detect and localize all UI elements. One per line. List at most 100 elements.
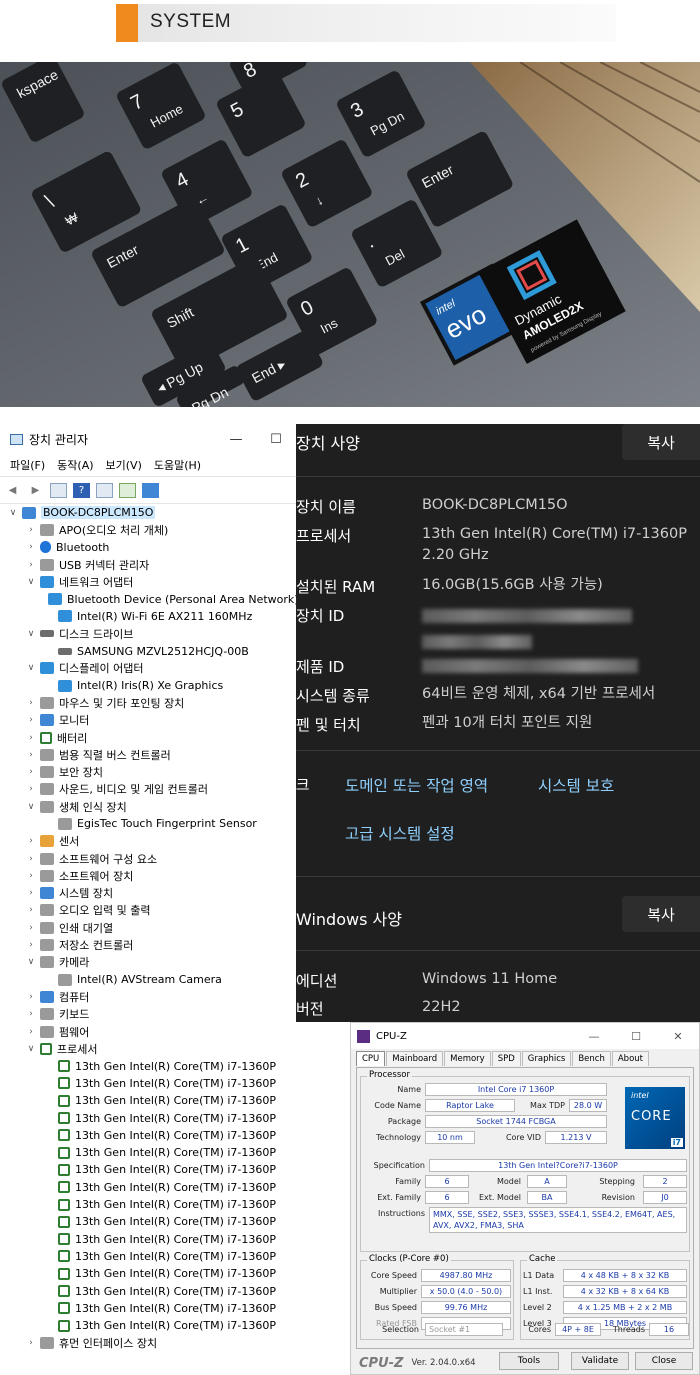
collapsed-chevron-icon[interactable]: › <box>26 923 36 933</box>
tree-item[interactable]: › APO(오디오 처리 개체) <box>0 521 296 538</box>
tree-item[interactable]: › 범용 직렬 버스 컨트롤러 <box>0 746 296 763</box>
maximize-button[interactable]: ☐ <box>615 1030 657 1043</box>
collapsed-chevron-icon[interactable]: › <box>26 525 36 535</box>
collapsed-chevron-icon[interactable]: › <box>26 854 36 864</box>
tree-item[interactable]: › Bluetooth <box>0 539 296 556</box>
collapsed-chevron-icon[interactable]: › <box>26 1338 36 1348</box>
tab-mainboard[interactable]: Mainboard <box>386 1051 444 1066</box>
tree-item[interactable]: › 휴먼 인터페이스 장치 <box>0 1334 296 1351</box>
back-arrow-icon[interactable]: ◀ <box>4 483 21 498</box>
tree-item[interactable]: 13th Gen Intel(R) Core(TM) i7-1360P <box>0 1161 296 1178</box>
tree-item[interactable]: › 배터리 <box>0 729 296 746</box>
menu-file[interactable]: 파일(F) <box>10 457 45 473</box>
minimize-button[interactable]: — <box>216 432 256 447</box>
tree-item[interactable]: 13th Gen Intel(R) Core(TM) i7-1360P <box>0 1144 296 1161</box>
tree-item[interactable]: SAMSUNG MZVL2512HCJQ-00B <box>0 642 296 659</box>
tree-item[interactable]: 13th Gen Intel(R) Core(TM) i7-1360P <box>0 1109 296 1126</box>
tools-button[interactable]: Tools <box>499 1352 559 1370</box>
tree-item[interactable]: › 펌웨어 <box>0 1023 296 1040</box>
tree-item[interactable]: 13th Gen Intel(R) Core(TM) i7-1360P <box>0 1300 296 1317</box>
menu-help[interactable]: 도움말(H) <box>154 457 201 473</box>
collapsed-chevron-icon[interactable]: › <box>26 905 36 915</box>
close-icon[interactable]: ✕ <box>657 1030 699 1043</box>
tab-about[interactable]: About <box>611 1051 649 1066</box>
tree-item[interactable]: 13th Gen Intel(R) Core(TM) i7-1360P <box>0 1179 296 1196</box>
tab-graphics[interactable]: Graphics <box>521 1051 572 1066</box>
tree-item[interactable]: ∨ BOOK-DC8PLCM15O <box>0 504 296 521</box>
tree-item[interactable]: › 센서 <box>0 833 296 850</box>
socket-select[interactable]: Socket #1 <box>425 1323 503 1336</box>
tree-item[interactable]: › 모니터 <box>0 712 296 729</box>
forward-arrow-icon[interactable]: ▶ <box>27 483 44 498</box>
expanded-chevron-icon[interactable]: ∨ <box>26 663 36 673</box>
tree-item[interactable]: › 소프트웨어 구성 요소 <box>0 850 296 867</box>
collapsed-chevron-icon[interactable]: › <box>26 871 36 881</box>
tree-item[interactable]: 13th Gen Intel(R) Core(TM) i7-1360P <box>0 1248 296 1265</box>
tree-item[interactable]: › 마우스 및 기타 포인팅 장치 <box>0 694 296 711</box>
tab-bench[interactable]: Bench <box>572 1051 611 1066</box>
tree-item[interactable]: › 저장소 컨트롤러 <box>0 936 296 953</box>
collapsed-chevron-icon[interactable]: › <box>26 992 36 1002</box>
tab-spd[interactable]: SPD <box>491 1051 521 1066</box>
tree-item[interactable]: Intel(R) Iris(R) Xe Graphics <box>0 677 296 694</box>
tree-item[interactable]: 13th Gen Intel(R) Core(TM) i7-1360P <box>0 1127 296 1144</box>
tree-item[interactable]: › 컴퓨터 <box>0 988 296 1005</box>
tree-item[interactable]: EgisTec Touch Fingerprint Sensor <box>0 815 296 832</box>
validate-button[interactable]: Validate <box>571 1352 629 1370</box>
tree-item[interactable]: 13th Gen Intel(R) Core(TM) i7-1360P <box>0 1282 296 1299</box>
tree-item[interactable]: ∨ 네트워크 어댑터 <box>0 573 296 590</box>
tree-item[interactable]: ∨ 생체 인식 장치 <box>0 798 296 815</box>
monitor-icon[interactable] <box>142 482 159 498</box>
tree-item[interactable]: ∨ 디스크 드라이브 <box>0 625 296 642</box>
collapsed-chevron-icon[interactable]: › <box>26 784 36 794</box>
menu-action[interactable]: 동작(A) <box>57 457 93 473</box>
tree-item[interactable]: 13th Gen Intel(R) Core(TM) i7-1360P <box>0 1265 296 1282</box>
tree-item[interactable]: › USB 커넥터 관리자 <box>0 556 296 573</box>
scan-hardware-icon[interactable] <box>119 482 136 498</box>
collapsed-chevron-icon[interactable]: › <box>26 715 36 725</box>
collapsed-chevron-icon[interactable]: › <box>26 750 36 760</box>
expanded-chevron-icon[interactable]: ∨ <box>26 802 36 812</box>
expanded-chevron-icon[interactable]: ∨ <box>26 957 36 967</box>
collapsed-chevron-icon[interactable]: › <box>26 733 36 743</box>
copy-windows-spec-button[interactable]: 복사 <box>622 896 700 932</box>
tree-item[interactable]: › 시스템 장치 <box>0 885 296 902</box>
collapsed-chevron-icon[interactable]: › <box>26 1027 36 1037</box>
system-protection-link[interactable]: 시스템 보호 <box>538 774 614 796</box>
tree-item[interactable]: 13th Gen Intel(R) Core(TM) i7-1360P <box>0 1317 296 1334</box>
copy-device-spec-button[interactable]: 복사 <box>622 424 700 460</box>
tree-item[interactable]: 13th Gen Intel(R) Core(TM) i7-1360P <box>0 1058 296 1075</box>
collapsed-chevron-icon[interactable]: › <box>26 698 36 708</box>
list-view-icon[interactable] <box>96 482 113 498</box>
tab-memory[interactable]: Memory <box>444 1051 491 1066</box>
minimize-button[interactable]: — <box>573 1030 615 1043</box>
maximize-button[interactable]: ☐ <box>256 432 296 447</box>
help-icon[interactable]: ? <box>73 482 90 498</box>
advanced-system-settings-link[interactable]: 고급 시스템 설정 <box>345 822 455 844</box>
tree-item[interactable]: › 키보드 <box>0 1006 296 1023</box>
tree-item[interactable]: › 소프트웨어 장치 <box>0 867 296 884</box>
collapsed-chevron-icon[interactable]: › <box>26 940 36 950</box>
expanded-chevron-icon[interactable]: ∨ <box>26 629 36 639</box>
collapsed-chevron-icon[interactable]: › <box>26 560 36 570</box>
tree-item[interactable]: ∨ 프로세서 <box>0 1040 296 1057</box>
collapsed-chevron-icon[interactable]: › <box>26 542 36 552</box>
close-button[interactable]: Close <box>635 1352 693 1370</box>
tree-item[interactable]: 13th Gen Intel(R) Core(TM) i7-1360P <box>0 1092 296 1109</box>
tree-item[interactable]: ∨ 디스플레이 어댑터 <box>0 660 296 677</box>
collapsed-chevron-icon[interactable]: › <box>26 888 36 898</box>
tree-item[interactable]: 13th Gen Intel(R) Core(TM) i7-1360P <box>0 1213 296 1230</box>
expanded-chevron-icon[interactable]: ∨ <box>8 508 18 518</box>
collapsed-chevron-icon[interactable]: › <box>26 767 36 777</box>
collapsed-chevron-icon[interactable]: › <box>26 836 36 846</box>
tree-item[interactable]: › 보안 장치 <box>0 763 296 780</box>
expanded-chevron-icon[interactable]: ∨ <box>26 1044 36 1054</box>
tab-cpu[interactable]: CPU <box>356 1051 386 1066</box>
tree-item[interactable]: ∨ 카메라 <box>0 954 296 971</box>
tree-item[interactable]: › 인쇄 대기열 <box>0 919 296 936</box>
tree-item[interactable]: Bluetooth Device (Personal Area Network) <box>0 590 299 607</box>
tree-item[interactable]: Intel(R) Wi-Fi 6E AX211 160MHz <box>0 608 296 625</box>
tree-item[interactable]: 13th Gen Intel(R) Core(TM) i7-1360P <box>0 1196 296 1213</box>
tree-item[interactable]: 13th Gen Intel(R) Core(TM) i7-1360P <box>0 1075 296 1092</box>
properties-icon[interactable] <box>50 482 67 498</box>
